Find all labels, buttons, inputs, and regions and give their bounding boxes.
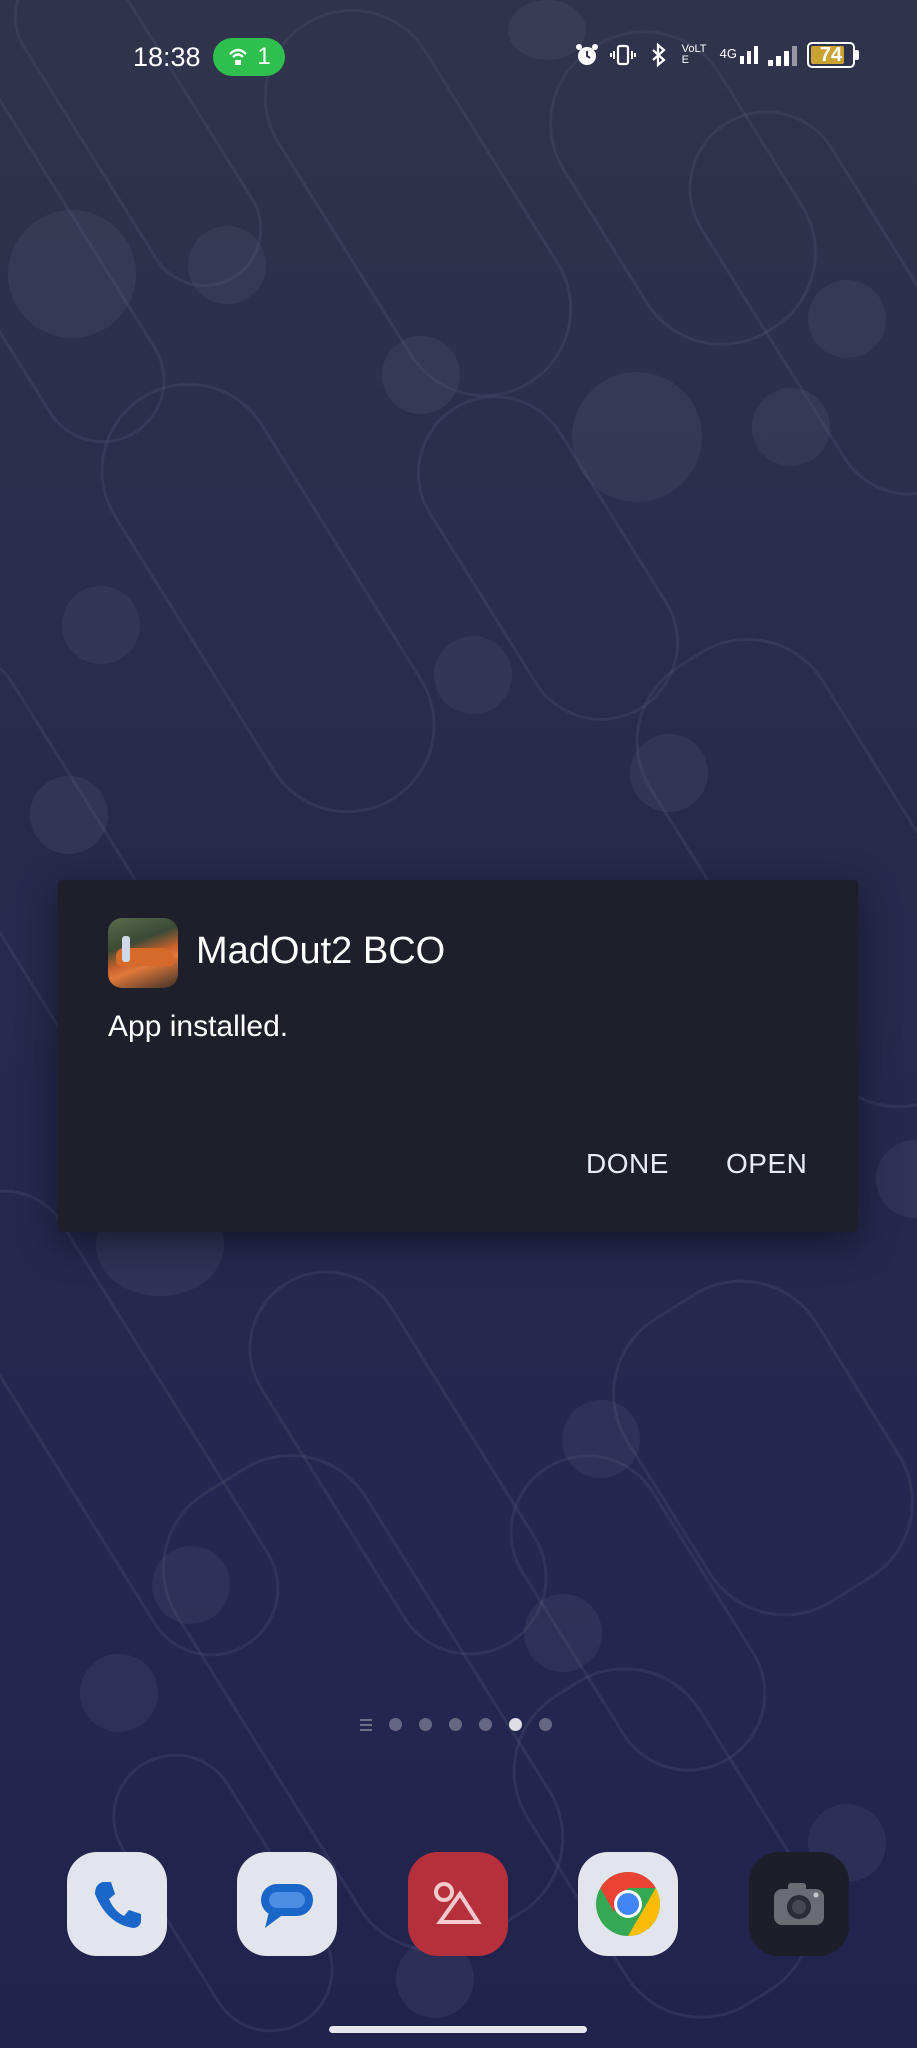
phone-app[interactable] [67, 1852, 167, 1956]
alarm-icon [575, 44, 598, 65]
vibrate-icon [609, 44, 636, 66]
network-type: 4G [719, 46, 737, 61]
dialog-app-name: MadOut2 BCO [196, 930, 446, 972]
camera-icon [774, 1883, 824, 1925]
messages-icon [261, 1884, 313, 1928]
hotspot-badge[interactable]: 1 [213, 38, 285, 76]
page-indicator[interactable] [360, 1718, 552, 1731]
page-dot[interactable] [539, 1718, 552, 1731]
battery-level: 74 [819, 43, 843, 66]
app-installed-dialog: MadOut2 BCO App installed. DONE OPEN [58, 880, 858, 1232]
signal-4g-icon: 4G [720, 46, 758, 64]
signal-icon [768, 44, 797, 66]
gesture-nav-handle[interactable] [329, 2026, 587, 2033]
status-time: 18:38 [133, 42, 201, 72]
battery-icon: 74 [807, 42, 859, 68]
phone-icon [95, 1882, 141, 1928]
hotspot-count: 1 [257, 43, 271, 70]
gallery-icon [434, 1882, 482, 1924]
page-dot-active[interactable] [509, 1718, 522, 1731]
page-dot[interactable] [479, 1718, 492, 1731]
chrome-app[interactable] [578, 1852, 678, 1956]
gallery-app[interactable] [408, 1852, 508, 1956]
hotspot-icon [229, 48, 248, 65]
status-bar: 18:38 1 VoLTE 4G 74 [0, 0, 917, 118]
volte-icon: VoLTE [681, 43, 707, 66]
messages-app[interactable] [237, 1852, 337, 1956]
bluetooth-icon [651, 42, 666, 68]
done-button[interactable]: DONE [586, 1148, 669, 1180]
camera-app[interactable] [749, 1852, 849, 1956]
chrome-icon [596, 1872, 660, 1936]
dock [0, 1852, 917, 1958]
status-icons: VoLTE 4G 74 [574, 42, 859, 68]
open-button[interactable]: OPEN [726, 1148, 807, 1180]
app-icon [108, 918, 178, 988]
dialog-message: App installed. [108, 1010, 289, 1043]
page-dot[interactable] [389, 1718, 402, 1731]
app-drawer-indicator[interactable] [360, 1718, 372, 1731]
page-dot[interactable] [419, 1718, 432, 1731]
page-dot[interactable] [449, 1718, 462, 1731]
